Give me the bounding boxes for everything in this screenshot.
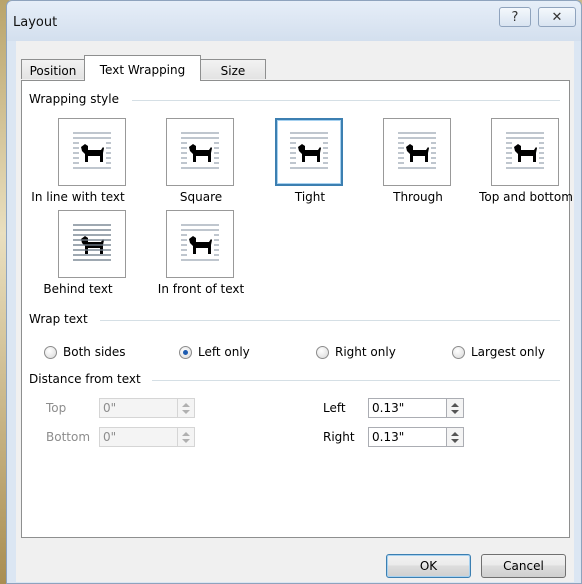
radio-label: Largest only xyxy=(471,345,545,359)
tab-label: Position xyxy=(29,63,77,78)
in-front-text-icon xyxy=(181,224,219,261)
spin-up-icon xyxy=(182,403,190,407)
radio-label: Left only xyxy=(198,345,250,359)
wrap-style-label: In line with text xyxy=(31,190,125,204)
wrap-style-label: Behind text xyxy=(43,282,113,296)
close-icon: ✕ xyxy=(551,9,563,25)
top-input xyxy=(99,398,178,418)
left-label: Left xyxy=(323,401,346,415)
distance-heading: Distance from text xyxy=(29,372,145,386)
wrap-style-behind-text[interactable] xyxy=(58,210,126,278)
wrap-style-square-wrap[interactable] xyxy=(166,118,234,186)
wrapping-style-heading: Wrapping style xyxy=(29,92,123,106)
bottom-label: Bottom xyxy=(46,430,91,444)
spin-down-icon[interactable] xyxy=(451,439,459,443)
top-spin-arrows xyxy=(178,398,195,418)
text-wrapping-panel: Wrapping style In line with text Square Ti… xyxy=(21,80,573,538)
radio-both-sides[interactable]: Both sides xyxy=(44,345,126,359)
left-spinner[interactable] xyxy=(368,398,466,418)
wrap-style-top-bottom-wrap[interactable] xyxy=(491,118,559,186)
radio-left-only[interactable]: Left only xyxy=(179,345,250,359)
spin-down-icon xyxy=(182,410,190,414)
right-label: Right xyxy=(323,430,355,444)
radio-indicator xyxy=(179,345,192,359)
radio-right-only[interactable]: Right only xyxy=(316,345,396,359)
radio-label: Both sides xyxy=(63,345,126,359)
wrap-style-label: Tight xyxy=(294,190,326,204)
wrap-text-heading: Wrap text xyxy=(29,312,92,326)
spin-up-icon xyxy=(182,432,190,436)
help-icon: ? xyxy=(511,9,519,25)
bottom-spin-arrows xyxy=(178,427,195,447)
divider xyxy=(152,380,560,381)
cancel-button[interactable]: Cancel xyxy=(481,554,566,578)
tab-position[interactable]: Position xyxy=(21,59,85,79)
wrap-style-tight-wrap[interactable] xyxy=(275,118,343,186)
divider xyxy=(132,100,560,101)
radio-largest-only[interactable]: Largest only xyxy=(452,345,545,359)
wrap-style-label: In front of text xyxy=(157,282,245,296)
radio-indicator xyxy=(316,345,329,359)
wrap-style-in-front-text[interactable] xyxy=(166,210,234,278)
left-input[interactable] xyxy=(368,398,447,418)
behind-text-icon xyxy=(73,224,111,261)
left-spin-arrows[interactable] xyxy=(447,398,464,418)
spin-down-icon xyxy=(182,439,190,443)
square-wrap-icon xyxy=(181,132,219,169)
wrap-style-label: Through xyxy=(393,190,443,204)
wrap-style-label: Top and bottom xyxy=(479,190,573,204)
tab-label: Text Wrapping xyxy=(99,62,186,77)
inline-wrap-icon xyxy=(73,132,111,169)
tab-label: Size xyxy=(220,63,246,78)
divider xyxy=(100,320,560,321)
layout-dialog: Layout ? ✕ Position Text Wrapping Size W… xyxy=(6,0,582,584)
dialog-title: Layout xyxy=(13,15,58,30)
right-spinner[interactable] xyxy=(368,427,466,447)
right-spin-arrows[interactable] xyxy=(447,427,464,447)
close-button[interactable]: ✕ xyxy=(538,7,576,27)
radio-label: Right only xyxy=(335,345,396,359)
ok-button[interactable]: OK xyxy=(386,554,471,578)
bottom-input xyxy=(99,427,178,447)
tab-text-wrapping[interactable]: Text Wrapping xyxy=(84,55,201,81)
right-input[interactable] xyxy=(368,427,447,447)
tight-wrap-icon xyxy=(290,132,328,169)
tab-size[interactable]: Size xyxy=(200,59,266,79)
radio-indicator xyxy=(44,345,57,359)
radio-indicator xyxy=(452,345,465,359)
help-button[interactable]: ? xyxy=(499,7,531,27)
wrap-style-through-wrap[interactable] xyxy=(383,118,451,186)
wrap-style-inline-wrap[interactable] xyxy=(58,118,126,186)
bottom-spinner xyxy=(99,427,197,447)
top-bottom-wrap-icon xyxy=(506,132,544,169)
title-bar: Layout ? ✕ xyxy=(7,1,581,41)
top-label: Top xyxy=(46,401,67,415)
spin-down-icon[interactable] xyxy=(451,410,459,414)
dialog-client: Position Text Wrapping Size Wrapping sty… xyxy=(16,41,574,582)
spin-up-icon[interactable] xyxy=(451,403,459,407)
top-spinner xyxy=(99,398,197,418)
wrap-style-label: Square xyxy=(179,190,223,204)
through-wrap-icon xyxy=(398,132,436,169)
spin-up-icon[interactable] xyxy=(451,432,459,436)
